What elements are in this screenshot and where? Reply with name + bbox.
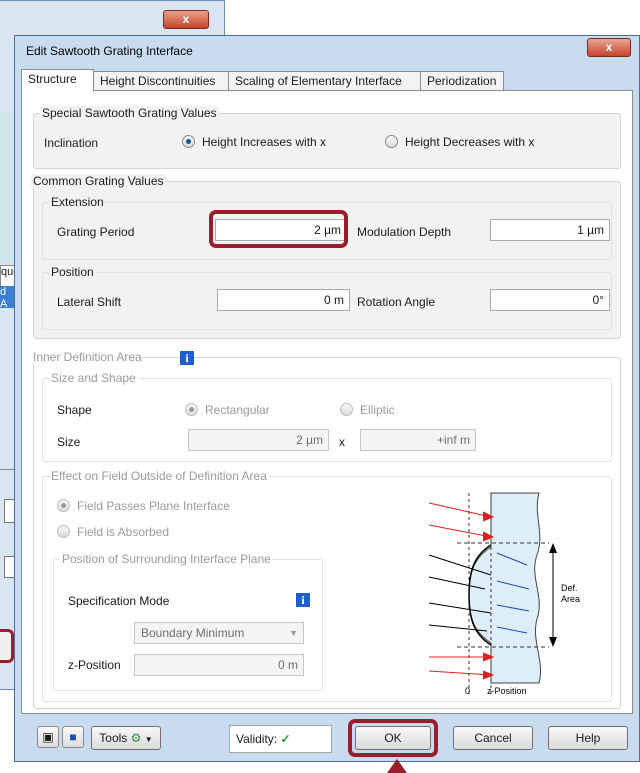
surrounding-plane-group: Position of Surrounding Interface Plane … [53,552,323,691]
special-values-group: Special Sawtooth Grating Values Inclinat… [33,106,621,169]
surrounding-plane-title: Position of Surrounding Interface Plane [60,552,273,566]
rotation-angle-field[interactable]: 0° [490,289,610,311]
grating-period-label: Grating Period [57,225,135,239]
edit-sawtooth-grating-dialog: Edit Sawtooth Grating Interface x Struct… [14,35,640,762]
size-x-field[interactable]: 2 µm [188,429,329,451]
position-title: Position [49,265,96,279]
chevron-down-icon: ▼ [144,735,153,744]
z-position-field[interactable]: 0 m [134,654,304,676]
size-y-field[interactable]: +inf m [360,429,476,451]
specification-mode-value: Boundary Minimum [141,626,245,640]
height-decreases-label[interactable]: Height Decreases with x [405,135,534,149]
cube-icon: ▣ [42,730,54,744]
shape-elliptic-radio[interactable] [340,403,353,416]
height-increases-radio[interactable] [182,135,195,148]
extension-title: Extension [49,195,106,209]
modulation-depth-label: Modulation Depth [357,225,452,239]
dialog-title: Edit Sawtooth Grating Interface [26,44,193,58]
inclination-label: Inclination [44,136,99,150]
dialog-titlebar: Edit Sawtooth Grating Interface x [15,36,639,63]
def-area-label: Def. [561,583,578,593]
specification-mode-label: Specification Mode [68,594,170,608]
size-label: Size [57,435,81,449]
checkmark-icon: ✓ [280,732,291,746]
ok-button-highlight [348,719,438,757]
z-position-diagram-label: z-Position [487,686,527,696]
lateral-shift-field[interactable]: 0 m [217,289,350,311]
save-button[interactable]: ■ [62,726,84,748]
common-values-title: Common Grating Values [31,174,166,188]
validity-indicator: Validity: ✓ [229,725,332,753]
inner-definition-title: Inner Definition Area [31,350,144,364]
spec-mode-info-icon[interactable]: i [296,593,310,607]
tab-structure[interactable]: Structure [21,69,94,91]
tab-height-discontinuities[interactable]: Height Discontinuities [93,71,229,90]
common-values-group: Common Grating Values Extension Grating … [31,174,621,339]
tools-button-label: Tools [99,731,128,745]
floppy-disk-icon: ■ [69,730,77,744]
tools-button[interactable]: Tools ⚙ ▼ [91,726,161,750]
grating-period-highlight [209,210,348,248]
modulation-depth-field[interactable]: 1 µm [490,219,610,241]
field-passes-label[interactable]: Field Passes Plane Interface [77,499,230,513]
tab-periodization[interactable]: Periodization [420,71,504,90]
inner-definition-group: Inner Definition Area i Size and Shape S… [31,350,621,709]
specification-mode-dropdown[interactable]: Boundary Minimum ▼ [134,622,304,644]
size-shape-group: Size and Shape Shape Rectangular Ellipti… [42,371,612,462]
help-button[interactable]: Help [548,726,628,750]
effect-outside-group: Effect on Field Outside of Definition Ar… [42,469,612,702]
position-group: Position Lateral Shift 0 m Rotation Angl… [42,265,612,330]
close-button[interactable]: x [587,38,631,57]
size-shape-title: Size and Shape [49,371,138,385]
def-area-label-2: Area [561,594,580,604]
cancel-button[interactable]: Cancel [453,726,533,750]
lateral-shift-label: Lateral Shift [57,295,122,309]
field-absorbed-label[interactable]: Field is Absorbed [77,525,169,539]
info-icon[interactable]: i [180,351,194,365]
shape-rectangular-radio[interactable] [185,403,198,416]
pointer-arrow [387,759,407,773]
rotation-angle-label: Rotation Angle [357,295,436,309]
background-divider [0,469,14,470]
dialog-button-bar: ▣ ■ Tools ⚙ ▼ Validity: ✓ OK Cancel Help [15,713,639,761]
tab-scaling-of-elementary-interface[interactable]: Scaling of Elementary Interface [228,71,421,90]
tools-icon: ⚙ [130,731,142,745]
chevron-down-icon: ▼ [289,628,298,638]
zero-label: 0 [465,686,470,696]
field-absorbed-radio[interactable] [57,525,70,538]
definition-area-diagram: Def. Area 0 z-Position [428,492,580,696]
background-tab-selected[interactable]: d A [0,286,14,308]
z-position-label: z-Position [68,658,121,672]
effect-outside-title: Effect on Field Outside of Definition Ar… [49,469,269,483]
height-decreases-radio[interactable] [385,135,398,148]
background-close-button[interactable]: x [163,10,209,29]
size-times-label: x [339,435,345,449]
background-highlighted-button[interactable] [0,629,14,663]
view-3d-button[interactable]: ▣ [37,726,59,748]
height-increases-label[interactable]: Height Increases with x [202,135,326,149]
structure-panel: Special Sawtooth Grating Values Inclinat… [21,90,633,714]
special-values-title: Special Sawtooth Grating Values [40,106,219,120]
field-passes-radio[interactable] [57,499,70,512]
validity-label: Validity: [236,732,278,746]
shape-label: Shape [57,403,92,417]
shape-rectangular-label[interactable]: Rectangular [205,403,270,417]
shape-elliptic-label[interactable]: Elliptic [360,403,395,417]
